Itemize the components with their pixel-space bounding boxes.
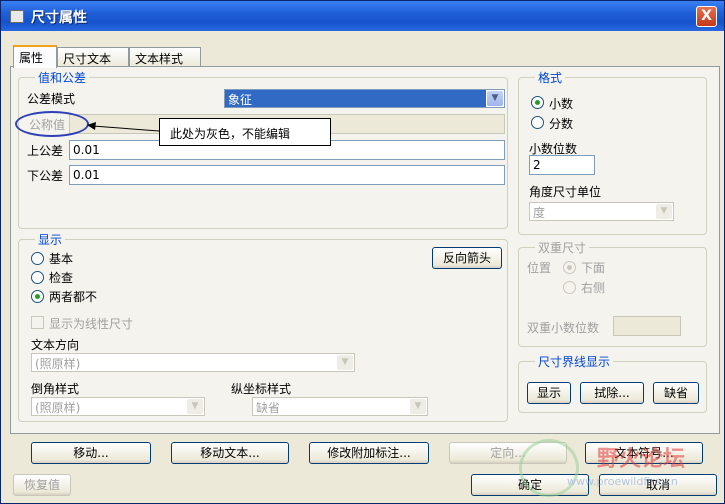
ordinate-style-value: 缺省 bbox=[256, 401, 281, 415]
dimension-properties-dialog: 尺寸属性 X 属性 尺寸文本 文本样式 值和公差 公差模式 象征 ▼ 公称值 上… bbox=[0, 0, 725, 504]
show-linear-checkbox bbox=[31, 316, 44, 329]
value-tolerance-legend: 值和公差 bbox=[35, 69, 90, 86]
chevron-down-icon[interactable]: ▼ bbox=[487, 91, 503, 106]
tolerance-mode-select[interactable]: 象征 ▼ bbox=[224, 89, 505, 108]
move-text-button[interactable]: 移动文本... bbox=[171, 442, 289, 464]
decimal-radio[interactable] bbox=[531, 96, 544, 109]
chevron-down-icon: ▼ bbox=[410, 399, 426, 414]
default-button[interactable]: 缺省 bbox=[653, 382, 699, 404]
chevron-down-icon: ▼ bbox=[187, 399, 203, 414]
dual-dimension-group: 双重尺寸 位置 下面 右侧 双重小数位数 bbox=[518, 239, 707, 347]
tolerance-mode-value: 象征 bbox=[225, 90, 486, 107]
ordinate-style-select: 缺省 ▼ bbox=[252, 397, 428, 416]
right-radio bbox=[563, 281, 576, 294]
below-label: 下面 bbox=[581, 261, 606, 275]
upper-tolerance-label: 上公差 bbox=[27, 144, 64, 158]
show-linear-label: 显示为线性尺寸 bbox=[49, 317, 134, 331]
lower-tolerance-field[interactable]: 0.01 bbox=[69, 165, 505, 185]
show-button[interactable]: 显示 bbox=[527, 382, 571, 404]
annotation-callout: 此处为灰色，不能编辑 bbox=[159, 118, 331, 146]
below-radio bbox=[563, 261, 576, 274]
flip-arrows-button[interactable]: 反向箭头 bbox=[432, 247, 502, 269]
format-legend: 格式 bbox=[535, 69, 566, 86]
fraction-radio[interactable] bbox=[531, 116, 544, 129]
chevron-down-icon: ▼ bbox=[656, 204, 672, 219]
window-app-icon bbox=[10, 10, 24, 23]
angle-unit-select: 度 ▼ bbox=[529, 202, 674, 221]
edit-attached-notes-button[interactable]: 修改附加标注... bbox=[309, 442, 429, 464]
window-title: 尺寸属性 bbox=[31, 10, 87, 26]
format-group: 格式 小数 分数 小数位数 2 角度尺寸单位 度 ▼ bbox=[518, 69, 707, 235]
witness-line-legend: 尺寸界线显示 bbox=[535, 353, 614, 370]
chamfer-style-label: 倒角样式 bbox=[31, 382, 80, 396]
value-tolerance-group: 值和公差 公差模式 象征 ▼ 公称值 上公差 0.01 下公差 0.01 bbox=[18, 69, 508, 229]
tab-properties[interactable]: 属性 bbox=[13, 45, 57, 68]
tab-text-style[interactable]: 文本样式 bbox=[129, 47, 201, 67]
display-group: 显示 基本 检查 两者都不 反向箭头 显示为线性尺寸 文本方向 (照原样) ▼ … bbox=[18, 231, 508, 422]
chamfer-style-select: (照原样) ▼ bbox=[31, 397, 205, 416]
angle-unit-label: 角度尺寸单位 bbox=[529, 185, 602, 199]
decimal-label: 小数 bbox=[549, 97, 574, 111]
move-button[interactable]: 移动... bbox=[31, 442, 151, 464]
basic-label: 基本 bbox=[49, 252, 74, 266]
chevron-down-icon: ▼ bbox=[337, 355, 353, 370]
erase-button[interactable]: 拭除... bbox=[580, 382, 644, 404]
title-bar[interactable]: 尺寸属性 X bbox=[1, 1, 724, 31]
fraction-label: 分数 bbox=[549, 117, 574, 131]
callout-arrow-icon bbox=[87, 122, 160, 132]
inspect-radio[interactable] bbox=[31, 271, 44, 284]
dual-decimals-label: 双重小数位数 bbox=[527, 321, 600, 335]
forum-watermark: 野火论坛 www.proewildfire.cn bbox=[515, 437, 715, 501]
watermark-text: 野火论坛 bbox=[597, 447, 686, 472]
neither-radio[interactable] bbox=[31, 290, 44, 303]
watermark-url: www.proewildfire.cn bbox=[567, 475, 678, 488]
angle-unit-value: 度 bbox=[533, 206, 546, 220]
decimal-places-field[interactable]: 2 bbox=[529, 155, 595, 175]
inspect-label: 检查 bbox=[49, 271, 74, 285]
neither-label: 两者都不 bbox=[49, 290, 98, 304]
watermark-logo-icon bbox=[519, 439, 579, 497]
dual-decimals-field bbox=[613, 316, 681, 336]
dual-position-label: 位置 bbox=[527, 261, 552, 275]
ordinate-style-label: 纵坐标样式 bbox=[231, 382, 292, 396]
tolerance-mode-label: 公差模式 bbox=[27, 92, 76, 106]
text-direction-value: (照原样) bbox=[35, 357, 81, 371]
text-direction-label: 文本方向 bbox=[31, 338, 80, 352]
text-direction-select: (照原样) ▼ bbox=[31, 353, 355, 372]
dual-dimension-legend: 双重尺寸 bbox=[535, 239, 590, 256]
basic-radio[interactable] bbox=[31, 252, 44, 265]
display-legend: 显示 bbox=[35, 231, 66, 248]
right-label: 右侧 bbox=[581, 281, 606, 295]
restore-values-button: 恢复值 bbox=[13, 474, 71, 496]
highlight-ellipse bbox=[15, 111, 89, 137]
tab-dimension-text[interactable]: 尺寸文本 bbox=[57, 47, 129, 67]
close-button[interactable]: X bbox=[696, 6, 717, 27]
witness-line-group: 尺寸界线显示 显示 拭除... 缺省 bbox=[518, 353, 707, 413]
lower-tolerance-label: 下公差 bbox=[27, 169, 64, 183]
chamfer-style-value: (照原样) bbox=[35, 401, 81, 415]
